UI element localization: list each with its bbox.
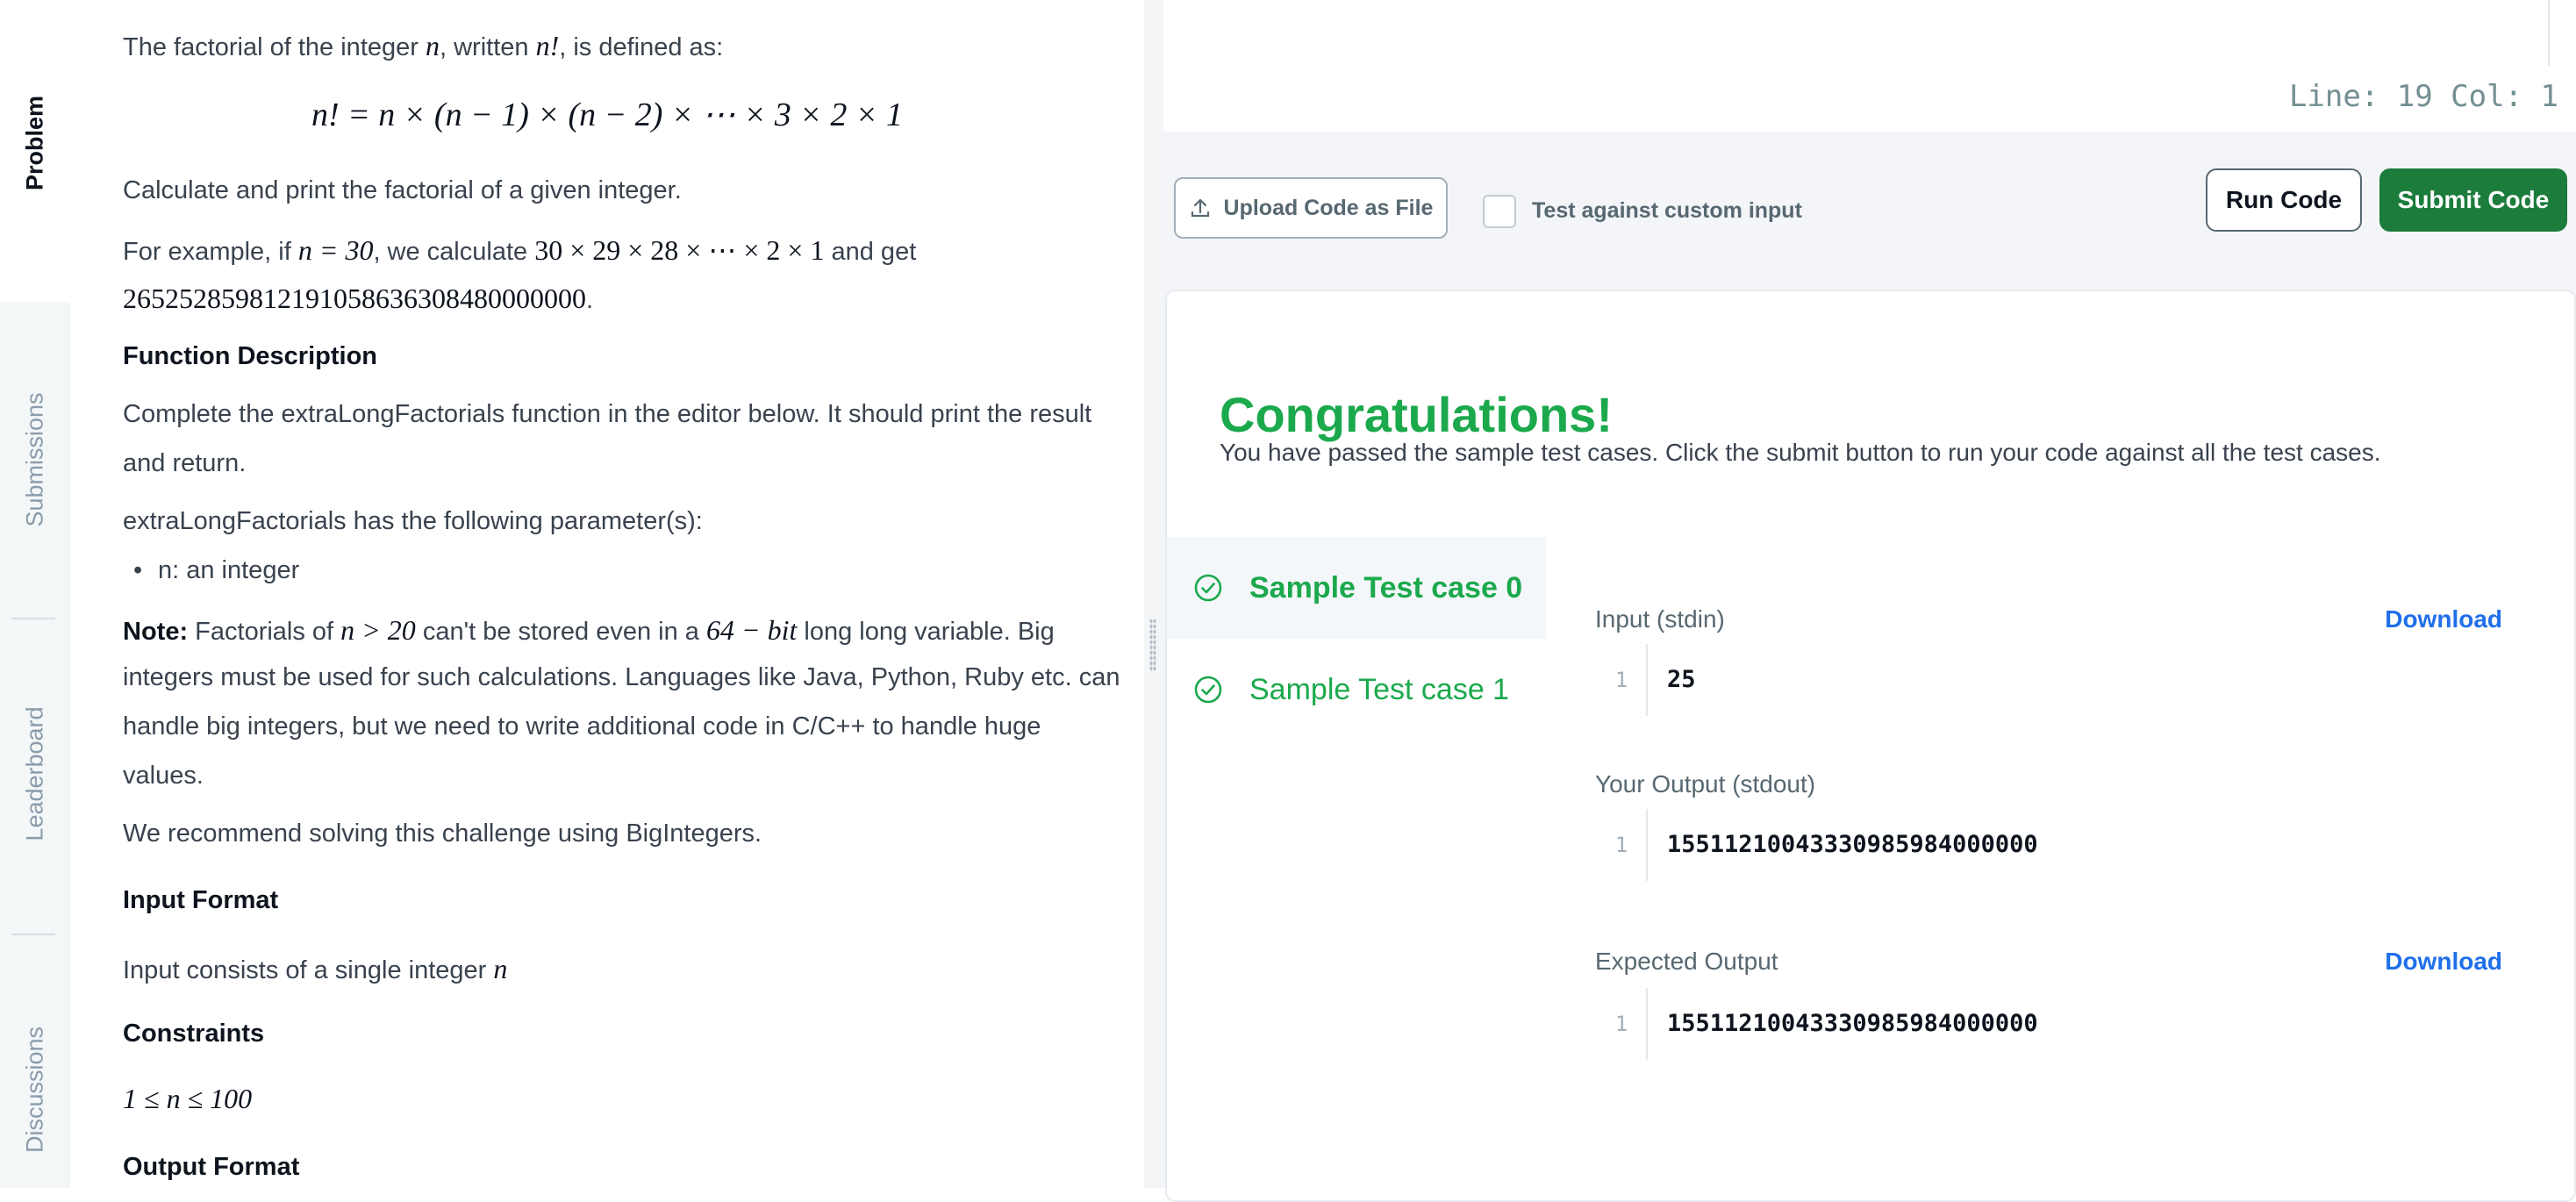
- intro-text-part: The factorial of the integer: [123, 33, 426, 61]
- intro-text: The factorial of the integer n, written …: [123, 30, 723, 62]
- constraints-heading: Constraints: [123, 1020, 265, 1048]
- test-case-label: Sample Test case 0: [1249, 570, 1523, 605]
- function-description-line: Complete the extraLongFactorials functio…: [123, 400, 1092, 428]
- example-text-part: , we calculate: [373, 238, 535, 266]
- tab-divider: [11, 934, 55, 935]
- input-value: 25: [1667, 666, 1696, 693]
- note-line: integers must be used for such calculati…: [123, 663, 1120, 691]
- math-constraint: 1 ≤ n ≤ 100: [123, 1083, 253, 1114]
- math-example-n: n = 30: [297, 234, 374, 266]
- factorial-formula: n! = n × (n − 1) × (n − 2) × ⋯ × 3 × 2 ×…: [311, 97, 904, 133]
- math-note-2: 64 − bit: [705, 614, 798, 646]
- expected-output-block: 1 15511210043330985984000000: [1595, 988, 2472, 1060]
- panel-resize-divider[interactable]: [1144, 0, 1162, 1188]
- note-label: Note:: [123, 618, 189, 646]
- math-input-n: n: [493, 953, 508, 984]
- custom-input-checkbox[interactable]: [1483, 195, 1516, 228]
- congratulations-title: Congratulations!: [1220, 387, 1613, 442]
- output-format-heading: Output Format: [123, 1153, 300, 1181]
- note-text-part: Factorials of: [188, 618, 341, 646]
- note-text-part: long long variable. Big: [797, 618, 1055, 646]
- parameters-intro: extraLongFactorials has the following pa…: [123, 507, 703, 535]
- function-description-heading: Function Description: [123, 342, 377, 370]
- calc-text: Calculate and print the factorial of a g…: [123, 176, 682, 204]
- test-case-tab-0[interactable]: Sample Test case 0: [1167, 537, 1546, 639]
- example-text-part: and get: [824, 238, 917, 266]
- line-number-divider: [1646, 644, 1648, 716]
- download-input-link[interactable]: Download: [2385, 605, 2502, 633]
- example-text: For example, if n = 30, we calculate 30 …: [123, 233, 916, 267]
- code-editor[interactable]: Line: 19 Col: 1: [1163, 0, 2576, 132]
- line-number: 1: [1614, 1012, 1628, 1036]
- intro-text-part: , is defined as:: [559, 33, 724, 61]
- output-label: Your Output (stdout): [1595, 770, 1816, 798]
- math-example-result: 265252859812191058636308480000000: [123, 283, 586, 314]
- line-number: 1: [1614, 668, 1628, 692]
- note-line: handle big integers, but we need to writ…: [123, 712, 1041, 741]
- input-block: 1 25: [1595, 644, 2472, 716]
- submit-code-button[interactable]: Submit Code: [2379, 168, 2567, 232]
- congratulations-message: You have passed the sample test cases. C…: [1220, 439, 2381, 466]
- tab-submissions[interactable]: Submissions: [22, 392, 49, 526]
- expected-output-label: Expected Output: [1595, 948, 1778, 975]
- download-expected-link[interactable]: Download: [2385, 948, 2502, 976]
- check-circle-icon: [1194, 574, 1222, 602]
- math-note-1: n > 20: [340, 614, 416, 646]
- math-n-factorial: n!: [535, 30, 560, 61]
- input-format-part: Input consists of a single integer: [123, 956, 494, 984]
- vertical-tab-rail: Problem Submissions Leaderboard Discussi…: [0, 0, 70, 1188]
- drag-handle-icon[interactable]: [1149, 619, 1156, 671]
- upload-icon: [1191, 198, 1209, 218]
- input-format-heading: Input Format: [123, 886, 279, 914]
- cursor-position-status: Line: 19 Col: 1: [2288, 79, 2558, 114]
- math-n: n: [425, 30, 440, 61]
- tab-problem[interactable]: Problem: [22, 96, 49, 190]
- line-number-divider: [1646, 988, 1648, 1060]
- note-text: Note: Factorials of n > 20 can't be stor…: [123, 614, 1055, 647]
- note-text-part: can't be stored even in a: [415, 618, 706, 646]
- input-label: Input (stdin): [1595, 605, 1725, 633]
- function-description-line: and return.: [123, 449, 247, 477]
- tab-discussions[interactable]: Discussions: [22, 1027, 49, 1153]
- test-case-label: Sample Test case 1: [1249, 672, 1510, 706]
- code-panel: Line: 19 Col: 1 Upload Code as File Test…: [1162, 0, 2576, 1202]
- input-format-text: Input consists of a single integer n: [123, 953, 507, 985]
- example-text-part: .: [586, 286, 594, 314]
- editor-scroll-edge: [2548, 0, 2550, 66]
- tab-divider: [11, 618, 55, 619]
- output-block: 1 15511210043330985984000000: [1595, 809, 2472, 881]
- line-number-divider: [1646, 809, 1648, 881]
- note-line: values.: [123, 762, 204, 790]
- example-result: 265252859812191058636308480000000.: [123, 283, 593, 315]
- tab-leaderboard[interactable]: Leaderboard: [22, 706, 49, 841]
- problem-statement: The factorial of the integer n, written …: [70, 0, 1144, 1188]
- custom-input-label[interactable]: Test against custom input: [1532, 198, 1802, 224]
- math-example-product: 30 × 29 × 28 × ⋯ × 2 × 1: [534, 234, 825, 266]
- upload-code-label: Upload Code as File: [1223, 195, 1434, 220]
- expected-output-value: 15511210043330985984000000: [1667, 1010, 2038, 1037]
- run-code-button[interactable]: Run Code: [2206, 168, 2362, 232]
- recommendation-text: We recommend solving this challenge usin…: [123, 819, 762, 848]
- test-case-list: Sample Test case 0 Sample Test case 1: [1167, 537, 1546, 741]
- line-number: 1: [1614, 833, 1628, 857]
- check-circle-icon: [1194, 676, 1222, 704]
- parameter-item: n: an integer: [133, 556, 299, 585]
- intro-text-part: , written: [439, 33, 536, 61]
- upload-code-button[interactable]: Upload Code as File: [1174, 177, 1448, 239]
- test-results-panel: Congratulations! You have passed the sam…: [1165, 290, 2576, 1202]
- constraint-text: 1 ≤ n ≤ 100: [123, 1083, 252, 1115]
- test-case-tab-1[interactable]: Sample Test case 1: [1167, 639, 1546, 741]
- example-text-part: For example, if: [123, 238, 298, 266]
- output-value: 15511210043330985984000000: [1667, 831, 2038, 858]
